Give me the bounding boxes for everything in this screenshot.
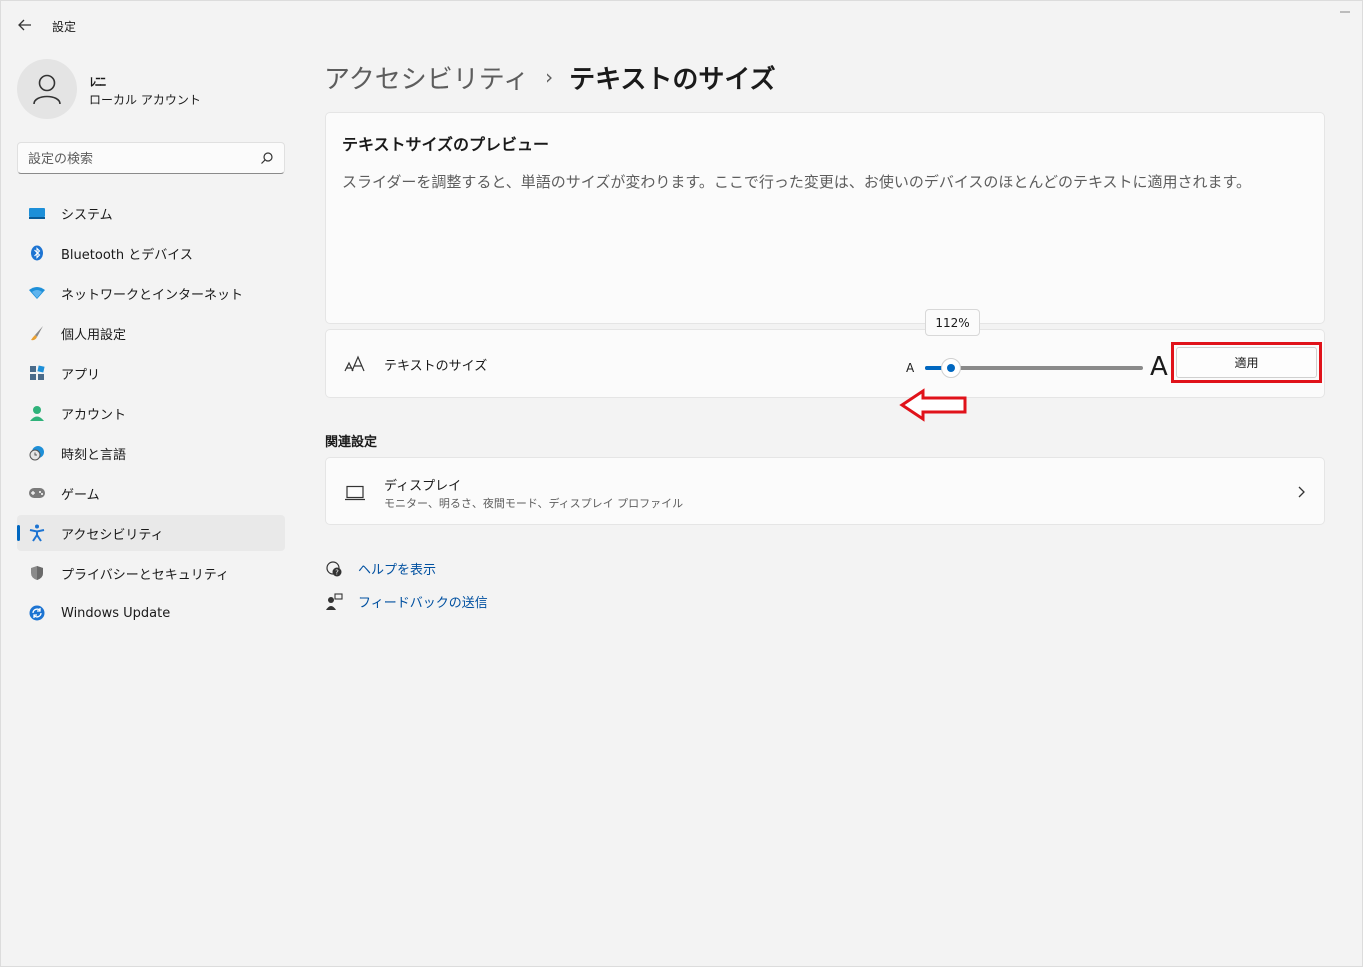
user-icon: [33, 74, 61, 105]
display-title: ディスプレイ: [384, 479, 462, 494]
preview-title: テキストサイズのプレビュー: [342, 135, 550, 154]
chevron-right-icon: [1298, 486, 1305, 498]
sidebar-item-system[interactable]: システム: [17, 195, 285, 231]
search-box[interactable]: [17, 142, 285, 174]
display-settings-card[interactable]: ディスプレイ モニター、明るさ、夜間モード、ディスプレイ プロファイル: [325, 457, 1325, 525]
breadcrumb: アクセシビリティ › テキストのサイズ: [324, 57, 776, 97]
text-size-icon: [344, 355, 365, 372]
text-size-card: テキストのサイズ A A 適用: [325, 329, 1325, 398]
preview-description: スライダーを調整すると、単語のサイズが変わります。ここで行った変更は、お使いのデ…: [342, 173, 1252, 191]
sidebar-item-privacy-security[interactable]: プライバシーとセキュリティ: [17, 555, 285, 591]
sidebar-item-windows-update[interactable]: Windows Update: [17, 595, 285, 631]
related-settings-title: 関連設定: [325, 435, 378, 450]
search-icon[interactable]: [260, 151, 274, 165]
slider-max-label: A: [1150, 352, 1168, 382]
slider-value-tooltip: 112%: [925, 309, 980, 336]
sidebar-item-label: プライバシーとセキュリティ: [61, 567, 229, 583]
help-link[interactable]: ? ヘルプを表示: [324, 559, 436, 578]
sidebar-item-accounts[interactable]: アカウント: [17, 395, 285, 431]
preview-card: テキストサイズのプレビュー スライダーを調整すると、単語のサイズが変わります。こ…: [325, 112, 1325, 324]
text-size-slider[interactable]: [925, 356, 1143, 380]
text-size-label: テキストのサイズ: [384, 359, 488, 374]
sidebar-item-gaming[interactable]: ゲーム: [17, 475, 285, 511]
sidebar-item-label: Bluetooth とデバイス: [61, 247, 193, 263]
account-icon: [28, 405, 46, 421]
slider-min-label: A: [906, 361, 915, 375]
profile-account-type: ローカル アカウント: [89, 93, 201, 107]
search-input[interactable]: [28, 149, 248, 169]
bluetooth-icon: [28, 245, 46, 261]
slider-thumb[interactable]: [941, 358, 961, 378]
help-icon: ?: [324, 560, 344, 578]
sidebar-item-label: アプリ: [61, 367, 101, 383]
svg-text:?: ?: [335, 568, 339, 576]
sidebar-item-personalization[interactable]: 個人用設定: [17, 315, 285, 351]
sidebar-item-label: アクセシビリティ: [61, 527, 164, 543]
feedback-link-text[interactable]: フィードバックの送信: [358, 592, 488, 611]
system-icon: [28, 205, 46, 221]
apps-icon: [28, 365, 46, 381]
sidebar-item-time-language[interactable]: 時刻と言語: [17, 435, 285, 471]
title-bar: 設定: [1, 1, 1363, 47]
sidebar-item-label: 個人用設定: [61, 327, 127, 343]
back-arrow-icon: [18, 19, 31, 31]
sidebar-item-label: Windows Update: [61, 605, 171, 621]
sidebar-item-label: ゲーム: [61, 487, 100, 503]
breadcrumb-parent[interactable]: アクセシビリティ: [324, 59, 529, 96]
sidebar-nav: システム Bluetooth とデバイス ネットワークとインターネット 個人用設…: [17, 195, 285, 635]
sidebar-item-apps[interactable]: アプリ: [17, 355, 285, 391]
laptop-icon: [345, 485, 365, 501]
display-subtitle: モニター、明るさ、夜間モード、ディスプレイ プロファイル: [384, 497, 684, 510]
update-icon: [28, 605, 46, 621]
profile-name: ﾚﾆﾆ: [90, 75, 106, 89]
breadcrumb-separator: ›: [545, 65, 554, 89]
apply-button[interactable]: 適用: [1176, 347, 1317, 378]
sidebar-item-network[interactable]: ネットワークとインターネット: [17, 275, 285, 311]
feedback-icon: [324, 592, 344, 611]
back-button[interactable]: [15, 15, 35, 35]
sidebar-item-accessibility[interactable]: アクセシビリティ: [17, 515, 285, 551]
annotation-arrow-icon: [899, 388, 967, 422]
sidebar-item-label: アカウント: [61, 407, 127, 423]
avatar[interactable]: [17, 59, 77, 119]
brush-icon: [28, 325, 46, 341]
page-title: テキストのサイズ: [569, 64, 776, 95]
feedback-link[interactable]: フィードバックの送信: [324, 592, 488, 611]
window-title: 設定: [52, 20, 77, 34]
sidebar-item-bluetooth[interactable]: Bluetooth とデバイス: [17, 235, 285, 271]
help-link-text[interactable]: ヘルプを表示: [358, 559, 436, 578]
wifi-icon: [28, 285, 46, 301]
sidebar-item-label: システム: [61, 207, 113, 223]
gamepad-icon: [28, 485, 46, 501]
accessibility-icon: [28, 524, 46, 542]
sidebar-item-label: 時刻と言語: [61, 447, 127, 463]
window-control-line: [1340, 11, 1350, 13]
sidebar-item-label: ネットワークとインターネット: [61, 287, 244, 303]
time-language-icon: [28, 445, 46, 461]
shield-icon: [28, 565, 46, 581]
